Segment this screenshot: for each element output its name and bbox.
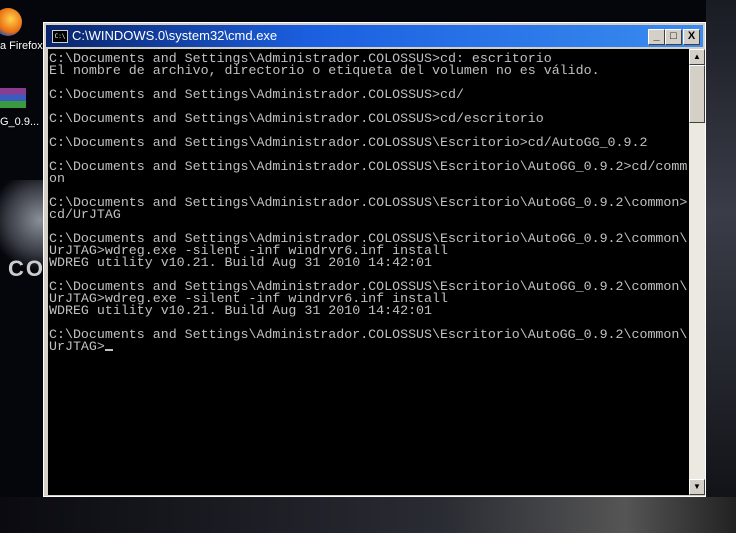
cmd-icon[interactable]: C:\ [52,30,68,43]
console-line: C:\Documents and Settings\Administrador.… [49,195,688,210]
console-prompt-line: UrJTAG> [49,339,689,354]
close-button[interactable]: X [683,29,700,45]
colossus-logo-text: CO [8,256,45,281]
cmd-window: C:\ C:\WINDOWS.0\system32\cmd.exe _ □ X … [43,22,706,497]
scrollbar-thumb[interactable] [689,65,705,123]
console-line: El nombre de archivo, directorio o etiqu… [49,63,600,78]
console-line: cd/UrJTAG [49,207,121,222]
winrar-archive-icon[interactable] [0,88,26,108]
scroll-up-arrow-icon[interactable]: ▲ [689,49,705,65]
minimize-button[interactable]: _ [648,29,665,45]
title-bar[interactable]: C:\ C:\WINDOWS.0\system32\cmd.exe _ □ X [46,25,703,47]
console-line: C:\Documents and Settings\Administrador.… [49,327,688,342]
console-line: C:\Documents and Settings\Administrador.… [49,87,464,102]
console-output[interactable]: C:\Documents and Settings\Administrador.… [48,49,689,495]
desktop-icon-firefox-label[interactable]: a Firefox [0,40,43,52]
console-line: WDREG utility v10.21. Build Aug 31 2010 … [49,303,433,318]
scroll-down-arrow-icon[interactable]: ▼ [689,479,705,495]
vertical-scrollbar[interactable]: ▲ ▼ [689,49,705,495]
console-line: WDREG utility v10.21. Build Aug 31 2010 … [49,255,433,270]
console-line: C:\Documents and Settings\Administrador.… [49,135,648,150]
maximize-button[interactable]: □ [665,29,682,45]
desktop-background-bottom [0,497,736,533]
window-title: C:\WINDOWS.0\system32\cmd.exe [72,28,278,43]
console-line: C:\Documents and Settings\Administrador.… [49,111,544,126]
firefox-icon[interactable] [0,8,22,36]
console-line: on [49,171,65,186]
desktop-icon-autogg-label[interactable]: G_0.9... [0,116,39,128]
console-line: C:\Documents and Settings\Administrador.… [49,159,688,174]
console-prompt: UrJTAG> [49,339,105,354]
text-cursor [104,349,113,351]
desktop-background [706,0,736,533]
